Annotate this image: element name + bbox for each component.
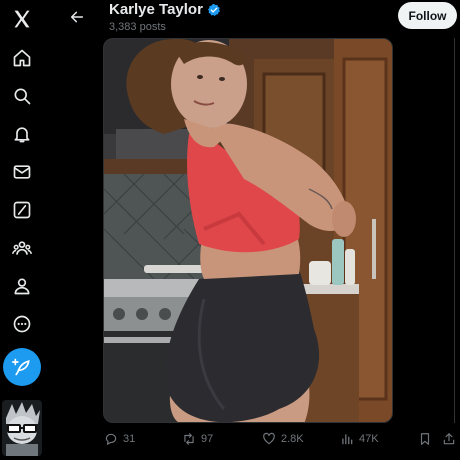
views-button[interactable]: 47K xyxy=(340,428,379,450)
communities-icon xyxy=(12,241,32,255)
share-upload-icon xyxy=(443,433,455,445)
notifications-bell-icon xyxy=(14,127,30,143)
account-avatar[interactable] xyxy=(2,400,42,456)
reply-bubble-icon xyxy=(105,433,117,445)
follow-button[interactable]: Follow xyxy=(398,2,457,29)
x-logo-link[interactable] xyxy=(4,2,40,36)
feather-plus-icon xyxy=(12,358,30,376)
views-chart-icon xyxy=(342,434,353,445)
heart-icon xyxy=(263,432,275,445)
repost-count: 97 xyxy=(201,433,214,445)
post-count: 3,383 posts xyxy=(109,21,166,33)
compose-post-button[interactable] xyxy=(3,348,41,386)
post-media[interactable] xyxy=(103,38,393,423)
profile-header: Karlye Taylor 3,383 posts Follow xyxy=(56,0,460,38)
nav-explore[interactable] xyxy=(4,79,40,113)
messages-envelope-icon xyxy=(13,165,31,179)
search-icon xyxy=(14,88,31,105)
nav-notifications[interactable] xyxy=(4,117,40,151)
avatar-image xyxy=(2,400,42,456)
nav-profile[interactable] xyxy=(4,269,40,303)
repost-button[interactable]: 97 xyxy=(182,428,213,450)
share-button[interactable] xyxy=(442,428,456,450)
post-photo xyxy=(104,39,392,422)
nav-grok[interactable] xyxy=(4,193,40,227)
left-nav-rail xyxy=(0,0,44,460)
like-count: 2.8K xyxy=(281,433,304,445)
post-action-bar: 31 97 2.8K 47K xyxy=(100,428,460,452)
profile-name: Karlye Taylor xyxy=(109,1,203,18)
nav-more[interactable] xyxy=(4,307,40,341)
nav-communities[interactable] xyxy=(4,231,40,265)
grok-slash-icon xyxy=(13,201,31,219)
reply-count: 31 xyxy=(123,433,136,445)
profile-icon xyxy=(14,278,30,295)
nav-home[interactable] xyxy=(4,41,40,75)
views-count: 47K xyxy=(359,433,379,445)
bookmark-button[interactable] xyxy=(418,428,432,450)
repost-icon xyxy=(184,433,194,445)
nav-messages[interactable] xyxy=(4,155,40,189)
profile-name-row: Karlye Taylor xyxy=(109,1,221,18)
verified-badge-icon xyxy=(207,3,220,16)
bookmark-icon xyxy=(420,433,430,445)
more-circle-icon xyxy=(13,315,31,333)
back-button[interactable] xyxy=(64,4,90,30)
like-button[interactable]: 2.8K xyxy=(262,428,304,450)
x-profile-media-view: Karlye Taylor 3,383 posts Follow 31 97 2… xyxy=(0,0,460,460)
media-right-gutter xyxy=(393,38,455,423)
home-icon xyxy=(13,49,31,67)
arrow-left-icon xyxy=(70,11,84,23)
x-logo-icon xyxy=(14,10,30,28)
reply-button[interactable]: 31 xyxy=(104,428,135,450)
